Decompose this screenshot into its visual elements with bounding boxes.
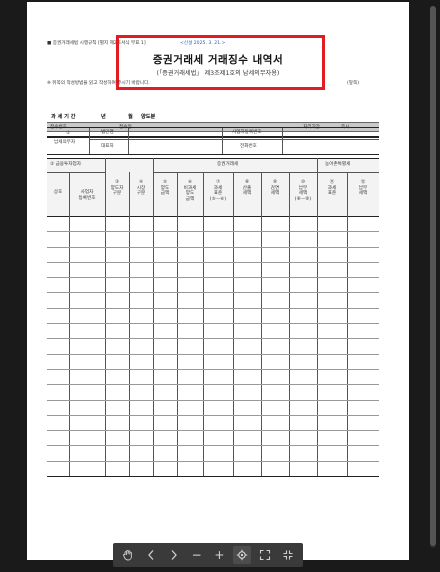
rule — [89, 128, 90, 154]
top-rule — [47, 136, 379, 138]
rule — [128, 128, 129, 154]
table-row — [47, 415, 379, 416]
period-month: 월 — [128, 114, 133, 120]
group-financial-label: ② 금융투자업자 — [50, 162, 81, 167]
table-row — [47, 338, 379, 339]
zoom-in-button[interactable]: + — [210, 546, 228, 564]
column-header-payable: ⑩ 납부 세액 (⑧－⑨) — [294, 180, 312, 203]
column-header-transferor: ③ 양도자 구분 — [110, 180, 124, 197]
table-row — [47, 354, 379, 355]
group-rural-tax-label: 농어촌특별세 — [325, 162, 351, 167]
fit-page-icon[interactable] — [233, 546, 252, 564]
table-row — [47, 384, 379, 385]
vertical-scrollbar[interactable] — [430, 6, 436, 548]
table-row — [47, 400, 379, 401]
period-half: 양도분 — [141, 114, 156, 120]
pdf-viewer: ■ 증권거래세법 시행규칙 [별지 제2호서식 부표 1] <신설 2025. … — [0, 0, 440, 572]
document-title: 증권거래세 거래징수 내역서 — [152, 54, 284, 66]
rule — [282, 128, 283, 154]
table-row — [47, 292, 379, 293]
table-row — [47, 262, 379, 263]
rule — [47, 172, 105, 173]
period-year: 년 — [101, 114, 106, 120]
table-row — [47, 461, 379, 462]
column-header-market: ④ 시장 구분 — [136, 180, 146, 197]
scrollbar-thumb[interactable] — [430, 6, 436, 546]
rule — [222, 128, 223, 154]
column-header-amount: ⑤ 양도 금액 — [160, 180, 170, 197]
table-row — [47, 476, 379, 477]
representative-label: 대표자 — [101, 144, 114, 149]
zoom-out-button[interactable]: − — [188, 546, 206, 564]
chevron-right-icon[interactable] — [165, 546, 183, 564]
instruction-text: ※ 뒤쪽의 작성방법을 읽고 작성하여 주시기 바랍니다. — [47, 81, 150, 86]
viewer-toolbar: − + — [113, 543, 303, 567]
fullscreen-icon[interactable] — [256, 546, 274, 564]
grid-vline — [317, 158, 318, 476]
taxpayer-section-label: 납세의무자 — [54, 140, 76, 145]
table-row — [47, 308, 379, 309]
column-header-name: 상호 — [53, 190, 63, 195]
column-header-nontax: ⑥ 비과세 양도 금액 — [183, 180, 197, 203]
column-header-taxbase: ⑦ 과세 표준 (⑤－⑥) — [209, 180, 227, 203]
document-subtitle: (「증권거래세법」 제3조제1호의 납세의무자용) — [156, 70, 280, 77]
rule — [89, 139, 379, 140]
collapse-icon[interactable] — [279, 546, 297, 564]
rule — [47, 216, 379, 217]
group-securities-tax-label: 증권거래세 — [217, 162, 239, 167]
table-row — [47, 445, 379, 446]
page-side-label: (앞쪽) — [347, 81, 360, 86]
rule — [47, 158, 379, 159]
column-header-rural-base: ⑪ 과세 표준 — [327, 180, 337, 197]
grid-vline — [153, 158, 154, 476]
document-page: ■ 증권거래세법 시행규칙 [별지 제2호서식 부표 1] <신설 2025. … — [27, 2, 409, 560]
column-header-rural-tax: ⑫ 납부 세액 — [358, 180, 368, 197]
hand-icon[interactable] — [119, 546, 137, 564]
corp-name-label: 법인명 — [101, 130, 114, 135]
table-row — [47, 247, 379, 248]
table-row — [47, 369, 379, 370]
table-row — [47, 277, 379, 278]
rule — [47, 154, 379, 155]
column-header-brn: 사업자 등록번호 — [78, 190, 96, 201]
taxpayer-section-no: ① — [66, 131, 71, 136]
rule — [47, 127, 379, 128]
phone-label: 전화번호 — [240, 144, 257, 149]
column-header-calc-tax: ⑧ 산출 세액 — [242, 180, 252, 197]
biz-reg-no-label: 사업자등록번호 — [232, 130, 262, 135]
table-row — [47, 323, 379, 324]
column-header-reduced: ⑨ 감면 세액 — [270, 180, 280, 197]
table-row — [47, 231, 379, 232]
period-heading: 과 세 기 간 — [51, 114, 76, 120]
rule — [317, 172, 379, 173]
table-row — [47, 430, 379, 431]
chevron-left-icon[interactable] — [142, 546, 160, 564]
grid-vline — [105, 158, 106, 476]
